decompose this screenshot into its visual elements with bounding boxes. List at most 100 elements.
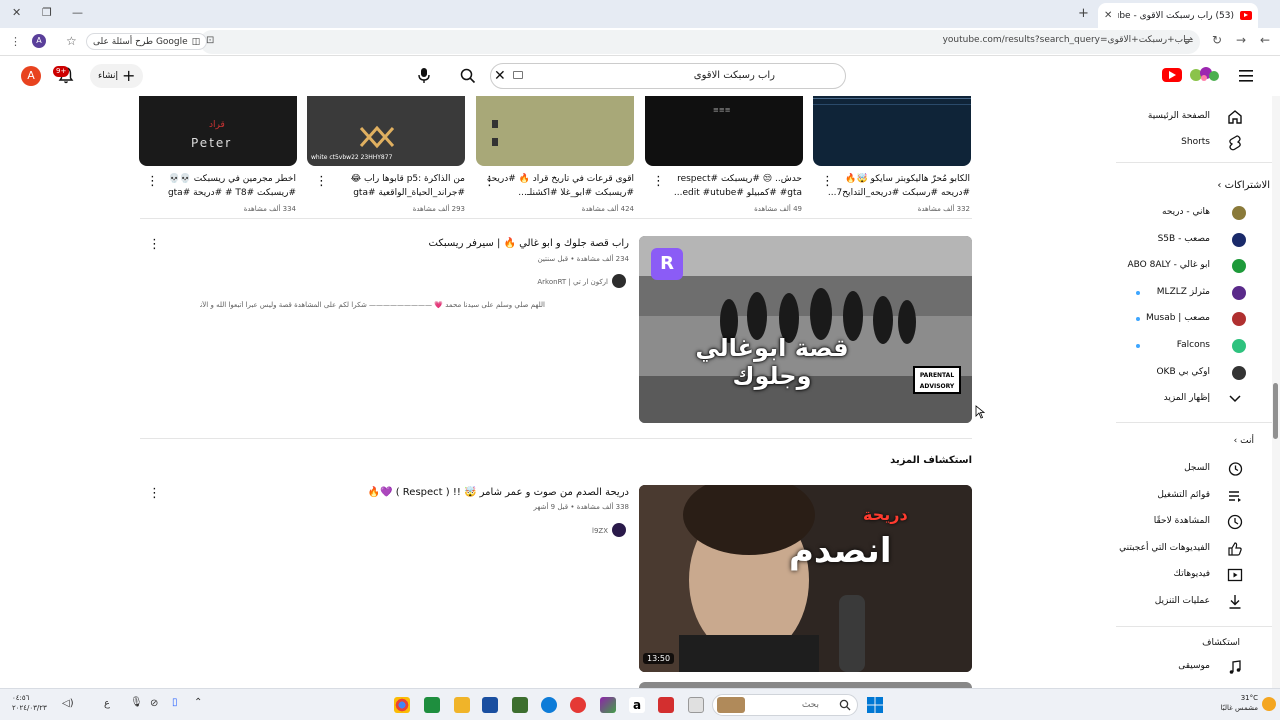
forward-icon[interactable]: → (1236, 33, 1246, 47)
channel-avatar (1232, 312, 1246, 326)
tray-chevron-up-icon[interactable]: ⌃ (194, 697, 202, 708)
short-title[interactable]: اقوى قرعات في تاريخ قراد 🔥 #دريحه #ريسبك… (484, 172, 634, 200)
windows-start-icon[interactable] (867, 697, 883, 713)
thumbnail-text: قصة ابوغالي وجلوك (695, 334, 849, 390)
profile-avatar[interactable]: A (32, 34, 46, 48)
taskbar-search[interactable]: بحث (712, 694, 858, 716)
sidebar-channel-4[interactable]: مصعب | Musab (1116, 306, 1266, 332)
file-explorer-icon[interactable] (454, 697, 470, 713)
you-header[interactable]: أنت › (1234, 436, 1254, 446)
short-title[interactable]: الكابو مُحرّ هاليكوبتر سايكو 🤯🔥 #دريحه #… (820, 172, 970, 200)
minecraft-icon[interactable] (512, 697, 528, 713)
site-settings-icon[interactable]: ⇌ (1184, 34, 1193, 47)
amazon-icon[interactable]: a (629, 697, 645, 713)
short-menu-icon[interactable]: ⋮ (483, 175, 496, 188)
sidebar-channel-2[interactable]: ابو غالي - ABO 8ALY (1116, 253, 1266, 279)
short-title[interactable]: اخطر مجرمين في ريسبكت 💀💀 #ريسبكت #T8 # #… (146, 172, 296, 200)
app-icon-10[interactable] (658, 697, 674, 713)
mic-tray-icon[interactable]: 🎙 (130, 697, 143, 708)
sidebar-channel-0[interactable]: هاني - دريحه (1116, 200, 1266, 226)
video-menu-icon[interactable]: ⋮ (148, 487, 161, 500)
taskbar-clock[interactable]: ٠٤:٥٦ ٢٠٢٤/٠٣/٢٣ (12, 693, 47, 713)
sidebar-item-label: Shorts (1181, 137, 1210, 147)
short-menu-icon[interactable]: ⋮ (315, 175, 328, 188)
sidebar-history[interactable]: السجل (1116, 456, 1266, 482)
google-ask-chip[interactable]: طرح أسئلة على Google ◫ (86, 33, 208, 50)
sidebar-channel-1[interactable]: مصعب - S5B (1116, 227, 1266, 253)
clear-search-icon[interactable]: ✕ (494, 68, 506, 84)
short-menu-icon[interactable]: ⋮ (821, 175, 834, 188)
sidebar-liked-videos[interactable]: الفيديوهات التي أعجبتني (1116, 536, 1266, 562)
bluetooth-icon[interactable]: ▯ (172, 697, 178, 708)
edge-icon[interactable] (541, 697, 557, 713)
new-tab-button[interactable]: + (1078, 6, 1089, 21)
sidebar-watch-later[interactable]: المشاهدة لاحقًا (1116, 509, 1266, 535)
create-button[interactable]: إنشاء + (90, 64, 144, 88)
sidebar-downloads[interactable]: عمليات التنزيل (1116, 589, 1266, 615)
app-icon-8[interactable] (600, 697, 616, 713)
bookmark-star-icon[interactable]: ☆ (66, 34, 77, 48)
video-menu-icon[interactable]: ⋮ (148, 238, 161, 251)
close-window-icon[interactable]: ✕ (12, 6, 21, 19)
channel-name[interactable]: اركون ار تي | ArkonRT (300, 278, 608, 286)
short-thumbnail[interactable] (476, 96, 634, 166)
cast-icon[interactable]: ⊡ (206, 35, 214, 46)
video-title[interactable]: راب قصة جلوك و ابو غالي 🔥 | سيرفر ريسبكت (300, 238, 629, 249)
short-views: 332 ألف مشاهدة (917, 205, 970, 213)
video-thumbnail[interactable]: R قصة ابوغالي وجلوك PARENTAL ADVISORY (639, 236, 972, 423)
back-icon[interactable]: ← (1260, 33, 1270, 47)
app-icon-11[interactable] (688, 697, 704, 713)
menu-hamburger-icon[interactable] (1239, 70, 1253, 82)
search-icon[interactable] (459, 67, 477, 85)
account-avatar[interactable]: A (21, 66, 41, 86)
sidebar-channel-5[interactable]: Falcons (1116, 333, 1266, 359)
short-title[interactable]: من الذاكرة :p5 قابوها راب 😂 #جراند_الحيا… (315, 172, 465, 200)
you-header-label: أنت (1240, 436, 1254, 446)
weather-temp: 31°C (1240, 694, 1258, 702)
sidebar-channel-3[interactable]: مثرلز MLZLZ (1116, 280, 1266, 306)
sidebar-music[interactable]: موسيقى (1116, 654, 1266, 680)
subscriptions-header-label: الاشتراكات (1224, 180, 1270, 191)
new-content-dot (1136, 317, 1140, 321)
channel-avatar[interactable] (612, 274, 626, 288)
taskbar-weather[interactable]: 31°C مشمس غالبًا (1221, 693, 1258, 713)
channel-avatar[interactable] (612, 523, 626, 537)
sidebar-channel-6[interactable]: اوكي بي OKB (1116, 360, 1266, 386)
sidebar-your-videos[interactable]: فيديوهاتك (1116, 562, 1266, 588)
store-icon[interactable] (482, 697, 498, 713)
video-title[interactable]: دريحة الصدم من صوت و عمر شامر 🤯 !! ( Res… (300, 487, 629, 498)
minimize-window-icon[interactable]: — (72, 6, 83, 19)
browser-tab-active[interactable]: (53) راب رسبكت الاقوى - YouTube ✕ (1098, 3, 1258, 28)
maximize-window-icon[interactable]: ❐ (42, 6, 52, 19)
tab-close-icon[interactable]: ✕ (1104, 10, 1112, 21)
channel-name[interactable]: l9ZX (300, 527, 608, 535)
search-input[interactable]: راب رسبكت الاقوى (490, 63, 846, 89)
short-menu-icon[interactable]: ⋮ (146, 175, 159, 188)
youtube-app-icon[interactable] (570, 697, 586, 713)
video-thumbnail[interactable]: دريحة انصدم 13:50 (639, 485, 972, 672)
sidebar-show-more[interactable]: إظهار المزيد (1116, 386, 1266, 412)
short-thumbnail[interactable] (813, 96, 971, 166)
subscriptions-header[interactable]: الاشتراكات › (1217, 180, 1270, 191)
volume-icon[interactable]: ◁) (62, 698, 74, 709)
short-thumbnail[interactable]: white ct5vbw22 23HHY877 (307, 96, 465, 166)
short-thumbnail[interactable]: Peter قراد (139, 96, 297, 166)
scrollbar-thumb[interactable] (1273, 383, 1278, 439)
wifi-off-icon[interactable]: ⊘ (150, 698, 158, 709)
language-indicator[interactable]: ع (104, 698, 110, 709)
sidebar-playlists[interactable]: قوائم التشغيل (1116, 483, 1266, 509)
sidebar-item-shorts[interactable]: Shorts (1116, 130, 1266, 156)
short-title[interactable]: حدش.. 😒 #ريسبكت #respect #gta #كمبيلو #e… (652, 172, 802, 200)
reload-icon[interactable]: ↻ (1212, 33, 1222, 47)
youtube-logo-icon[interactable] (1162, 68, 1182, 82)
short-thumbnail[interactable]: ≡≡≡ (645, 96, 803, 166)
voice-search-mic-icon[interactable] (415, 66, 433, 84)
address-bar[interactable]: youtube.com/results?search_query=راب+رسب… (200, 30, 1200, 54)
youtube-doodle-logo[interactable] (1186, 66, 1222, 84)
sidebar-item-home[interactable]: الصفحة الرئيسية (1116, 104, 1266, 130)
chrome-menu-icon[interactable]: ⋮ (10, 35, 21, 48)
keyboard-icon[interactable] (513, 71, 523, 79)
app-icon-2[interactable] (424, 697, 440, 713)
short-menu-icon[interactable]: ⋮ (652, 175, 665, 188)
chrome-app-icon[interactable] (394, 697, 410, 713)
